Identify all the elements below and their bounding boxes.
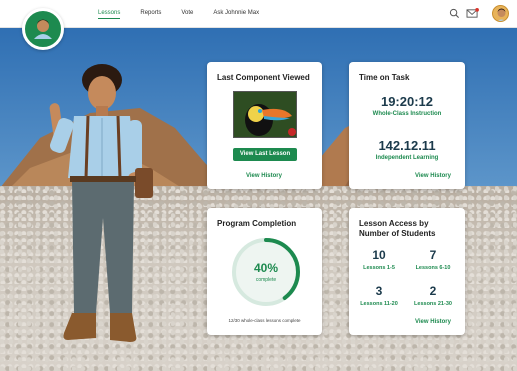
nav-ask-johnnie-max[interactable]: Ask Johnnie Max [213,10,259,19]
stat-count: 2 [429,284,437,298]
card-title: Program Completion [217,219,297,228]
stat-label: Lessons 21-30 [414,301,452,307]
view-history-link[interactable]: View History [415,319,451,325]
stat-label: Lessons 1-5 [363,265,395,271]
whole-class-time: 19:20:12 [380,94,434,109]
view-history-link[interactable]: View History [246,173,282,179]
top-nav-bar: Lessons Reports Vote Ask Johnnie Max [0,0,517,28]
search-icon[interactable] [449,8,460,19]
avatar-face-icon [497,8,506,21]
stat-count: 10 [372,248,386,262]
last-component-card: Last Component Viewed View Last Lesson V… [207,62,322,189]
card-title: Last Component Viewed [217,73,310,82]
main-nav: Lessons Reports Vote Ask Johnnie Max [98,10,279,19]
stat-label: Lessons 11-20 [360,301,398,307]
lesson-access-card: Lesson Access by Number of Students 10 L… [349,208,465,335]
independent-time: 142.12.11 [378,138,436,153]
independent-label: Independent Learning [375,155,439,161]
card-title-line2: Number of Students [359,229,436,238]
nav-reports[interactable]: Reports [140,10,161,19]
completion-note: 12/30 whole-class lessons complete [228,318,301,323]
whole-class-label: Whole-Class Instruction [372,111,442,117]
logo-character-icon [34,19,52,39]
card-title-line1: Lesson Access by [359,219,429,228]
mail-icon[interactable] [466,8,479,19]
last-lesson-thumbnail[interactable] [233,91,297,138]
completion-percent: 40% [253,261,279,275]
view-last-lesson-button[interactable]: View Last Lesson [233,148,297,161]
character-illustration [49,64,153,342]
completion-label: complete [255,277,277,283]
stat-label: Lessons 6-10 [415,265,451,271]
stat-count: 7 [429,248,437,262]
toucan-image [234,92,296,137]
time-on-task-card: Time on Task 19:20:12 Whole-Class Instru… [349,62,465,189]
card-title: Time on Task [359,73,410,82]
view-history-link[interactable]: View History [415,173,451,179]
johnnie-max-logo[interactable] [22,8,64,50]
profile-avatar[interactable] [492,5,509,22]
nav-lessons[interactable]: Lessons [98,10,121,19]
stat-count: 3 [375,284,383,298]
program-completion-card: Program Completion 40% complete 12/30 wh… [207,208,322,335]
nav-vote[interactable]: Vote [181,10,193,19]
